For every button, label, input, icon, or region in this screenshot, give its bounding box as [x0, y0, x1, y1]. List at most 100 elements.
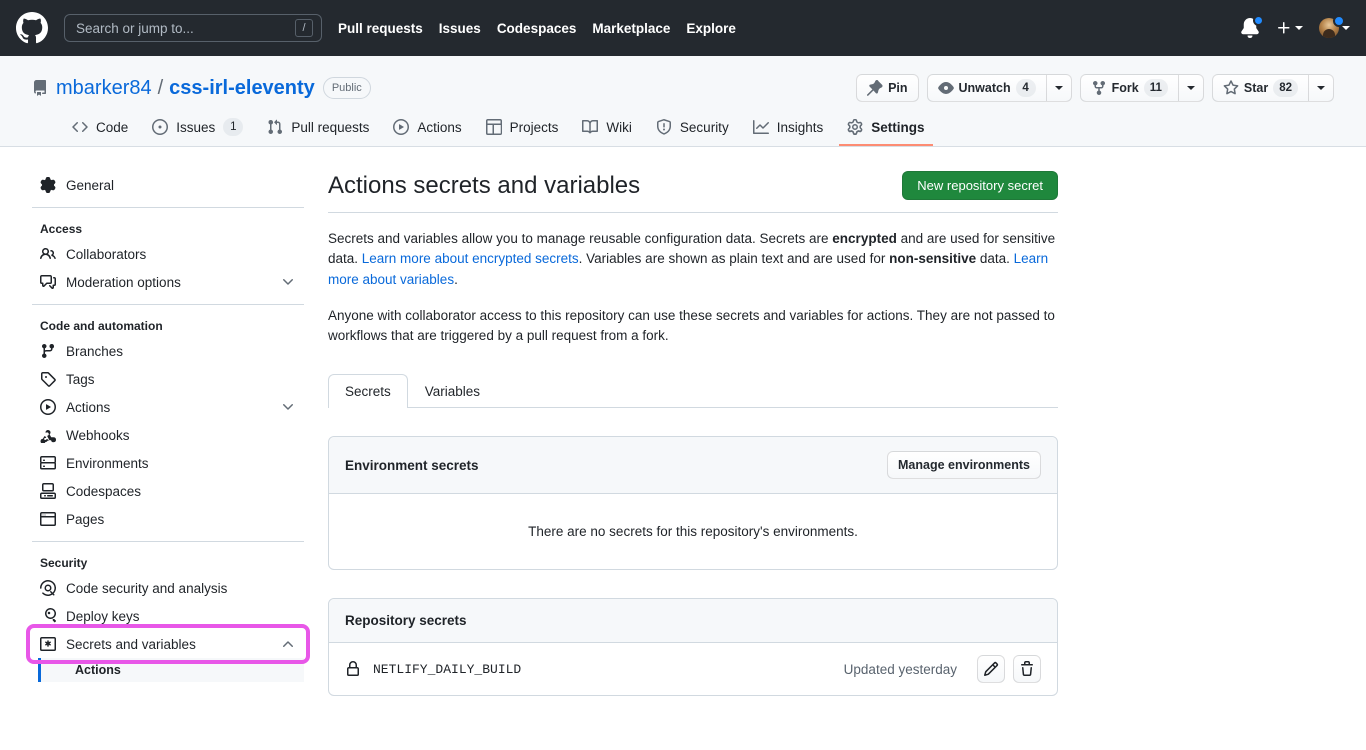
- sidebar-item-label: Environments: [66, 455, 149, 471]
- delete-secret-button[interactable]: [1013, 655, 1041, 684]
- edit-secret-button[interactable]: [977, 655, 1005, 684]
- repository-secrets-header: Repository secrets: [329, 599, 1057, 644]
- watch-dropdown-button[interactable]: [1045, 74, 1072, 102]
- environment-secrets-box: Environment secrets Manage environments …: [328, 436, 1058, 571]
- sidebar-divider: [32, 541, 304, 542]
- tab-projects[interactable]: Projects: [478, 111, 567, 146]
- secret-name: NETLIFY_DAILY_BUILD: [373, 661, 522, 677]
- table-icon: [485, 119, 502, 135]
- tab-secrets[interactable]: Secrets: [328, 374, 408, 409]
- sidebar-item-actions[interactable]: Actions: [32, 393, 304, 421]
- new-repository-secret-button[interactable]: New repository secret: [902, 171, 1058, 200]
- sidebar-item-collaborators[interactable]: Collaborators: [32, 240, 304, 268]
- header-actions: [1240, 15, 1350, 38]
- search-input[interactable]: Search or jump to... /: [64, 14, 322, 42]
- sidebar-item-codespaces[interactable]: Codespaces: [32, 477, 304, 505]
- fork-button[interactable]: Fork 11: [1079, 74, 1178, 102]
- chevron-down-icon: [1295, 26, 1303, 30]
- tab-pull-requests[interactable]: Pull requests: [259, 111, 377, 146]
- notifications-button[interactable]: [1240, 15, 1264, 38]
- page-title: Actions secrets and variables: [328, 171, 641, 199]
- sidebar-item-webhooks[interactable]: Webhooks: [32, 421, 304, 449]
- sidebar-item-label: General: [66, 177, 115, 193]
- unwatch-button[interactable]: Unwatch 4: [926, 74, 1046, 102]
- chevron-down-icon: [1186, 86, 1195, 90]
- tab-settings[interactable]: Settings: [839, 111, 933, 146]
- chevron-down-icon: [1342, 26, 1350, 30]
- repository-actions: Pin Unwatch 4 Fork 11 Star 82: [856, 74, 1334, 102]
- link-encrypted-secrets[interactable]: Learn more about encrypted secrets: [362, 251, 579, 266]
- sidebar-item-general[interactable]: General: [32, 171, 304, 199]
- sidebar-item-secrets-and-variables[interactable]: Secrets and variables: [26, 624, 310, 664]
- notification-indicator: [1253, 15, 1264, 26]
- code-icon: [72, 121, 88, 133]
- sidebar-section-access: Access: [40, 222, 83, 236]
- key-icon: [45, 608, 56, 623]
- fork-label: Fork: [1111, 81, 1139, 95]
- tab-variables[interactable]: Variables: [408, 374, 497, 408]
- repo-name-link[interactable]: css-irl-eleventy: [169, 77, 315, 100]
- star-dropdown-button[interactable]: [1308, 74, 1334, 102]
- book-icon: [582, 119, 599, 134]
- repository-secrets-box: Repository secrets NETLIFY_DAILY_BUILD U…: [328, 598, 1058, 697]
- sidebar-item-label: Moderation options: [66, 274, 181, 290]
- chevron-up-icon: [280, 636, 296, 652]
- tab-actions[interactable]: Actions: [385, 111, 469, 146]
- create-new-button[interactable]: [1276, 20, 1303, 36]
- tab-label: Security: [679, 119, 729, 135]
- breadcrumb-separator: /: [157, 76, 164, 99]
- nav-marketplace[interactable]: Marketplace: [592, 21, 670, 36]
- tab-label: Settings: [871, 119, 925, 135]
- sidebar-item-label: Deploy keys: [66, 608, 140, 624]
- star-button-group: Star 82: [1211, 74, 1334, 102]
- gear-icon: [847, 119, 863, 135]
- sidebar-item-label: Tags: [66, 371, 95, 387]
- repo-owner-link[interactable]: mbarker84: [56, 77, 152, 100]
- user-menu-button[interactable]: [1319, 15, 1350, 38]
- nav-codespaces[interactable]: Codespaces: [497, 21, 577, 36]
- tag-icon: [41, 372, 56, 387]
- browser-icon: [40, 512, 56, 526]
- chevron-down-icon: [280, 399, 296, 415]
- unwatch-label: Unwatch: [958, 81, 1011, 95]
- desc-text: .: [454, 271, 458, 287]
- sidebar-item-moderation-options[interactable]: Moderation options: [32, 268, 304, 296]
- tab-label: Code: [96, 119, 129, 135]
- nav-explore[interactable]: Explore: [686, 21, 736, 36]
- sidebar-item-environments[interactable]: Environments: [32, 449, 304, 477]
- tab-wiki[interactable]: Wiki: [574, 111, 640, 146]
- desc-text: . Variables are shown as plain text and …: [578, 251, 890, 267]
- tab-code[interactable]: Code: [64, 111, 136, 146]
- description-paragraph-2: Anyone with collaborator access to this …: [328, 307, 1055, 343]
- eye-icon: [937, 82, 954, 94]
- fork-button-group: Fork 11: [1079, 74, 1204, 102]
- sidebar-item-tags[interactable]: Tags: [32, 365, 304, 393]
- sidebar-item-deploy-keys[interactable]: Deploy keys: [32, 602, 304, 630]
- codescan-icon: [40, 580, 56, 596]
- environment-secrets-title: Environment secrets: [345, 457, 479, 473]
- sidebar-subitem-actions[interactable]: Actions: [38, 658, 304, 682]
- manage-environments-button[interactable]: Manage environments: [887, 451, 1041, 480]
- sidebar-divider: [32, 304, 304, 305]
- github-mark-icon[interactable]: [16, 12, 48, 44]
- sidebar-item-pages[interactable]: Pages: [32, 505, 304, 533]
- sidebar-item-code-security-and-analysis[interactable]: Code security and analysis: [32, 574, 304, 602]
- nav-issues[interactable]: Issues: [439, 21, 481, 36]
- sidebar-item-label: Code security and analysis: [66, 580, 228, 596]
- settings-sidebar: General Access Collaborators Moderation …: [26, 171, 328, 696]
- fork-icon: [1092, 81, 1105, 96]
- chevron-down-icon: [1054, 86, 1063, 90]
- shield-icon: [656, 119, 671, 135]
- sidebar-item-branches[interactable]: Branches: [32, 337, 304, 365]
- fork-dropdown-button[interactable]: [1177, 74, 1204, 102]
- star-button[interactable]: Star 82: [1211, 74, 1308, 102]
- tab-insights[interactable]: Insights: [745, 111, 832, 146]
- tab-label: Pull requests: [291, 119, 370, 135]
- tab-security[interactable]: Security: [648, 111, 737, 146]
- star-label: Star: [1243, 81, 1269, 95]
- server-icon: [40, 456, 56, 470]
- nav-pull-requests[interactable]: Pull requests: [338, 21, 423, 36]
- tab-issues[interactable]: Issues 1: [144, 110, 251, 147]
- pin-button[interactable]: Pin: [856, 74, 919, 102]
- sidebar-item-label: Pages: [66, 511, 105, 527]
